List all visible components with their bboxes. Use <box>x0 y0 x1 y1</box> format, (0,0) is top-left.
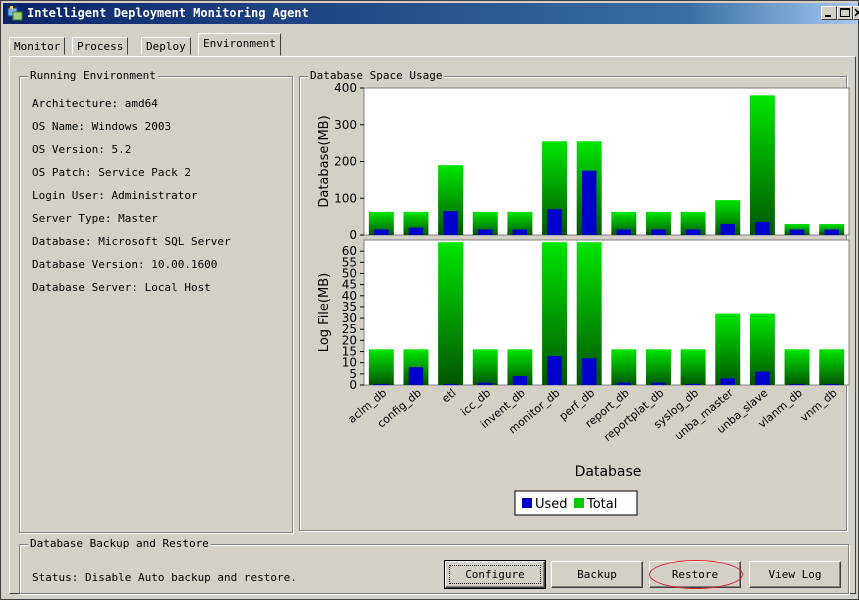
bar-used-0-icc_db <box>478 229 493 235</box>
bar-used-0-unba_master <box>720 223 735 235</box>
bar-used-1-aclm_db <box>374 383 389 385</box>
env-database-server: Database Server: Local Host <box>32 281 211 294</box>
view-log-button[interactable]: View Log <box>749 561 841 588</box>
env-database-version: Database Version: 10.00.1600 <box>32 258 218 271</box>
bar-used-0-etl <box>443 211 458 235</box>
backup-button[interactable]: Backup <box>551 561 643 588</box>
bar-used-1-invent_db <box>512 376 528 385</box>
env-server-type: Server Type: Master <box>32 212 158 225</box>
tab-deploy[interactable]: Deploy <box>141 37 191 55</box>
bar-used-0-invent_db <box>512 229 528 235</box>
y-tick-label-0-300: 300 <box>334 118 357 132</box>
y-tick-label-0-100: 100 <box>334 191 357 205</box>
y-tick-label-0-0: 0 <box>349 228 357 242</box>
running-environment-title: Running Environment <box>28 69 158 82</box>
app-icon <box>7 6 23 21</box>
bar-used-0-vnm_db <box>824 229 839 235</box>
y-tick-label-0-400: 400 <box>334 83 357 95</box>
bar-used-0-aclm_db <box>374 229 389 235</box>
backup-button-label: Backup <box>577 568 617 581</box>
close-icon <box>854 8 859 17</box>
env-login-user: Login User: Administrator <box>32 189 198 202</box>
legend: Used Total <box>514 490 638 516</box>
bar-used-1-syslog_db <box>685 383 701 385</box>
bar-used-1-unba_master <box>720 378 735 385</box>
maximize-icon <box>840 8 850 17</box>
bar-used-0-monitor_db <box>547 209 562 235</box>
bar-used-0-syslog_db <box>685 229 701 235</box>
bar-used-1-unba_slave <box>755 371 770 385</box>
plot-area-0 <box>363 87 850 236</box>
x-tick-label-etl: etl <box>439 386 458 405</box>
y-tick-label-1-60: 60 <box>342 244 357 258</box>
legend-total-swatch <box>574 498 584 508</box>
bar-used-1-perf_db <box>581 358 597 385</box>
plot-area-1 <box>363 239 850 386</box>
bar-total-1-icc_db <box>472 349 498 385</box>
tab-monitor[interactable]: Monitor <box>9 37 66 55</box>
restore-button[interactable]: Restore <box>649 561 741 588</box>
bar-used-0-vlanm_db <box>789 229 805 235</box>
tab-environment[interactable]: Environment <box>198 33 281 56</box>
bar-used-0-reportplat_db <box>651 229 666 235</box>
running-environment-group: Running Environment Architecture: amd64 … <box>19 69 293 533</box>
bar-total-1-syslog_db <box>680 349 706 385</box>
title-bar[interactable]: Intelligent Deployment Monitoring Agent <box>3 3 859 24</box>
bar-total-1-aclm_db <box>368 349 394 385</box>
bar-used-1-icc_db <box>478 382 493 385</box>
y-tick-label-0-200: 200 <box>334 155 357 169</box>
bar-used-1-etl <box>443 383 458 385</box>
bar-used-1-report_db <box>616 382 632 385</box>
legend-used-label: Used <box>535 497 568 512</box>
bar-used-1-vlanm_db <box>789 383 805 385</box>
env-architecture: Architecture: amd64 <box>32 97 158 110</box>
legend-used-swatch <box>522 498 532 508</box>
bar-used-1-config_db <box>408 367 424 385</box>
bar-total-0-unba_slave <box>749 95 775 235</box>
bar-total-1-etl <box>438 242 464 385</box>
bar-used-0-report_db <box>616 229 632 235</box>
env-os-version: OS Version: 5.2 <box>32 143 132 156</box>
y-axis-label-1: Log File(MB) <box>317 273 332 352</box>
app-window: Intelligent Deployment Monitoring Agent … <box>0 0 859 600</box>
bar-used-0-perf_db <box>581 170 597 235</box>
view-log-button-label: View Log <box>768 568 822 581</box>
legend-total-label: Total <box>586 497 617 512</box>
bar-total-1-unba_master <box>715 313 741 385</box>
bar-used-1-monitor_db <box>547 356 562 385</box>
restore-button-label: Restore <box>671 568 719 581</box>
database-space-chart: 0100200300400Database(MB)051015202530354… <box>317 83 850 516</box>
env-os-name: OS Name: Windows 2003 <box>32 120 172 133</box>
tab-process[interactable]: Process <box>72 37 129 55</box>
bar-total-1-report_db <box>611 349 637 385</box>
window-title: Intelligent Deployment Monitoring Agent <box>27 6 309 20</box>
bar-used-1-vnm_db <box>824 383 839 385</box>
env-os-patch: OS Patch: Service Pack 2 <box>32 166 191 179</box>
configure-button[interactable]: Configure <box>444 560 546 589</box>
y-axis-label-0: Database(MB) <box>317 115 332 207</box>
env-database: Database: Microsoft SQL Server <box>32 235 231 248</box>
backup-restore-title: Database Backup and Restore <box>28 537 211 550</box>
x-tick-label-reportplat_db: reportplat_db <box>601 386 666 444</box>
backup-status-text: Status: Disable Auto backup and restore. <box>32 571 297 584</box>
bar-total-1-vlanm_db <box>784 349 810 385</box>
close-button[interactable] <box>853 6 859 20</box>
bar-used-0-unba_slave <box>755 222 770 235</box>
bar-used-0-config_db <box>408 227 424 235</box>
bar-used-1-reportplat_db <box>651 382 666 385</box>
x-axis-label: Database <box>575 464 642 480</box>
bar-total-1-vnm_db <box>819 349 845 385</box>
bar-total-1-reportplat_db <box>645 349 671 385</box>
minimize-icon <box>825 15 831 17</box>
minimize-button[interactable] <box>821 6 837 20</box>
x-tick-label-vnm_db: vnm_db <box>798 386 840 424</box>
maximize-button[interactable] <box>837 6 853 20</box>
database-space-usage-title: Database Space Usage <box>308 69 445 82</box>
